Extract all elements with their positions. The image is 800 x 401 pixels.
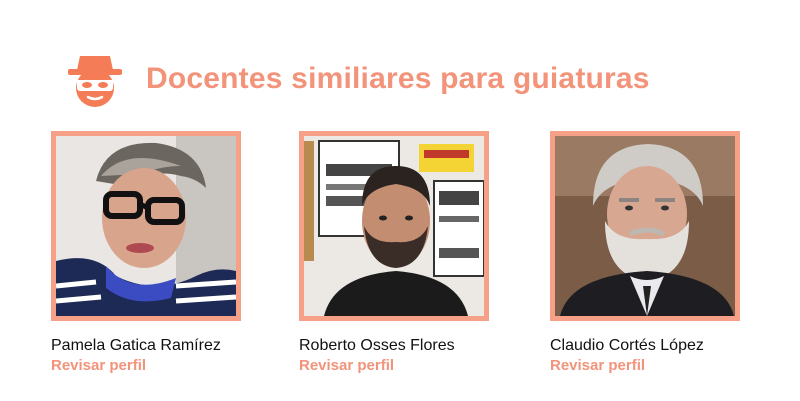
teacher-name: Pamela Gatica Ramírez (51, 337, 221, 354)
teacher-name: Roberto Osses Flores (299, 337, 455, 354)
review-profile-link[interactable]: Revisar perfil (550, 357, 740, 375)
incognito-mask-icon (66, 50, 124, 108)
page-title: Docentes similiares para guiaturas (146, 62, 650, 95)
teacher-photo[interactable] (51, 131, 241, 321)
teacher-card: Claudio Cortés López Revisar perfil (550, 131, 740, 375)
teacher-card: Pamela Gatica Ramírez Revisar perfil (51, 131, 241, 375)
teacher-photo[interactable] (299, 131, 489, 321)
teacher-name: Claudio Cortés López (550, 337, 704, 354)
review-profile-link[interactable]: Revisar perfil (51, 357, 241, 375)
page-header: Docentes similiares para guiaturas (66, 50, 650, 108)
teacher-card: Roberto Osses Flores Revisar perfil (299, 131, 489, 375)
teacher-photo[interactable] (550, 131, 740, 321)
review-profile-link[interactable]: Revisar perfil (299, 357, 489, 375)
